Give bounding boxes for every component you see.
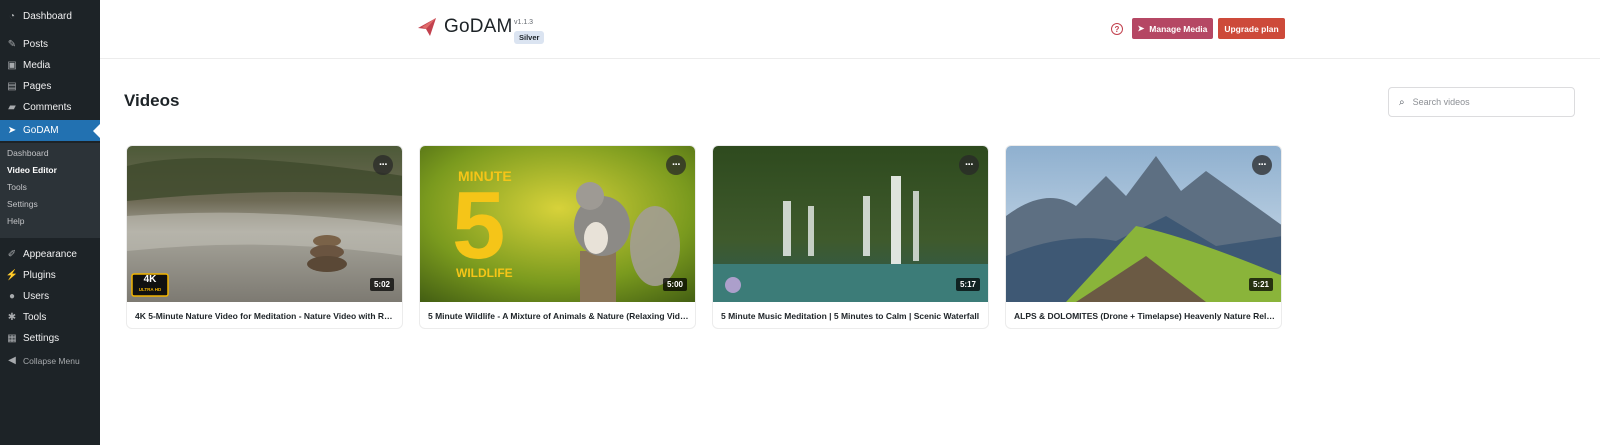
more-options-icon[interactable]: ··· xyxy=(1252,155,1272,175)
search-input[interactable] xyxy=(1412,97,1563,107)
help-icon[interactable]: ? xyxy=(1111,23,1123,35)
duration-badge: 5:17 xyxy=(955,278,980,291)
duration-badge: 5:02 xyxy=(369,278,394,291)
submenu-help[interactable]: Help xyxy=(7,216,24,226)
dashboard-icon: ◔ xyxy=(8,11,16,22)
sidebar-item-dashboard[interactable]: ◔ Dashboard xyxy=(0,6,100,27)
video-card[interactable]: ··· 5:21 ALPS & DOLOMITES (Drone + Timel… xyxy=(1005,145,1282,329)
media-icon: ▣ xyxy=(7,60,17,71)
pin-icon: ✎ xyxy=(7,39,17,50)
overlay-wildlife: WILDLIFE xyxy=(456,266,513,280)
more-options-icon[interactable]: ··· xyxy=(373,155,393,175)
search-box[interactable]: ⌕ xyxy=(1388,87,1575,117)
version-label: v1.1.3 xyxy=(514,19,534,26)
overlay-number: 5 xyxy=(452,172,506,279)
godam-submenu: Dashboard Video Editor Tools Settings He… xyxy=(0,143,100,238)
search-icon: ⌕ xyxy=(1399,96,1405,108)
plug-icon: ⚡ xyxy=(5,270,19,281)
video-title: 5 Minute Wildlife - A Mixture of Animals… xyxy=(428,311,690,321)
collapse-icon: ◀ xyxy=(8,355,16,366)
more-options-icon[interactable]: ··· xyxy=(959,155,979,175)
submenu-dashboard[interactable]: Dashboard xyxy=(7,148,49,158)
video-card[interactable]: 4K ULTRA HD ··· 5:02 4K 5-Minute Nature … xyxy=(126,145,403,329)
godam-icon: ➤ xyxy=(7,125,17,136)
sidebar-item-posts[interactable]: ✎ Posts xyxy=(0,34,100,55)
video-thumbnail xyxy=(713,146,988,302)
collapse-menu-button[interactable]: ◀ Collapse Menu xyxy=(0,350,100,371)
ultra-hd-label: ULTRA HD xyxy=(138,287,162,292)
video-thumbnail xyxy=(127,146,402,302)
sidebar-item-comments[interactable]: ▰ Comments xyxy=(0,97,100,118)
plan-badge: Silver xyxy=(514,31,545,44)
godam-logo-icon xyxy=(418,18,436,36)
brush-icon: ✐ xyxy=(7,249,17,260)
wrench-icon: ✱ xyxy=(7,312,17,323)
admin-sidebar: ◔ Dashboard ✎ Posts ▣ Media ▤ Pages ▰ Comment… xyxy=(0,0,100,445)
video-title: ALPS & DOLOMITES (Drone + Timelapse) Hea… xyxy=(1014,311,1276,321)
pages-icon: ▤ xyxy=(7,81,17,92)
submenu-video-editor[interactable]: Video Editor xyxy=(7,165,57,175)
godam-logo: GoDAM xyxy=(416,16,513,38)
sidebar-item-pages[interactable]: ▤ Pages xyxy=(0,76,100,97)
manage-media-button[interactable]: ➤ Manage Media xyxy=(1132,18,1213,39)
rocket-icon: ➤ xyxy=(1137,24,1145,33)
sidebar-item-media[interactable]: ▣ Media xyxy=(0,55,100,76)
upgrade-plan-button[interactable]: Upgrade plan xyxy=(1218,18,1285,39)
video-title: 4K 5-Minute Nature Video for Meditation … xyxy=(135,311,397,321)
godam-header: GoDAM v1.1.3 Silver ? ➤ Manage Media Upgr… xyxy=(100,0,1600,59)
duration-badge: 5:00 xyxy=(662,278,687,291)
user-icon: ● xyxy=(8,291,16,302)
submenu-settings[interactable]: Settings xyxy=(7,199,38,209)
video-title: 5 Minute Music Meditation | 5 Minutes to… xyxy=(721,311,980,321)
4k-badge: 4K xyxy=(143,274,157,285)
video-card[interactable]: ··· 5:17 5 Minute Music Meditation | 5 M… xyxy=(712,145,989,329)
sidebar-item-settings[interactable]: ▦ Settings xyxy=(0,328,100,349)
page-title: Videos xyxy=(124,91,180,110)
sidebar-item-plugins[interactable]: ⚡ Plugins xyxy=(0,265,100,286)
duration-badge: 5:21 xyxy=(1248,278,1273,291)
video-card[interactable]: MINUTE 5 WILDLIFE ··· 5:00 5 Minute Wild… xyxy=(419,145,696,329)
submenu-tools[interactable]: Tools xyxy=(7,182,27,192)
brand-name: GoDAM xyxy=(444,16,513,37)
settings-icon: ▦ xyxy=(7,333,17,344)
comment-icon: ▰ xyxy=(8,102,16,113)
video-thumbnail xyxy=(1006,146,1281,302)
sidebar-item-godam[interactable]: ➤ GoDAM xyxy=(0,120,100,141)
sidebar-item-users[interactable]: ● Users xyxy=(0,286,100,307)
sidebar-item-tools[interactable]: ✱ Tools xyxy=(0,307,100,328)
more-options-icon[interactable]: ··· xyxy=(666,155,686,175)
sidebar-item-appearance[interactable]: ✐ Appearance xyxy=(0,244,100,265)
